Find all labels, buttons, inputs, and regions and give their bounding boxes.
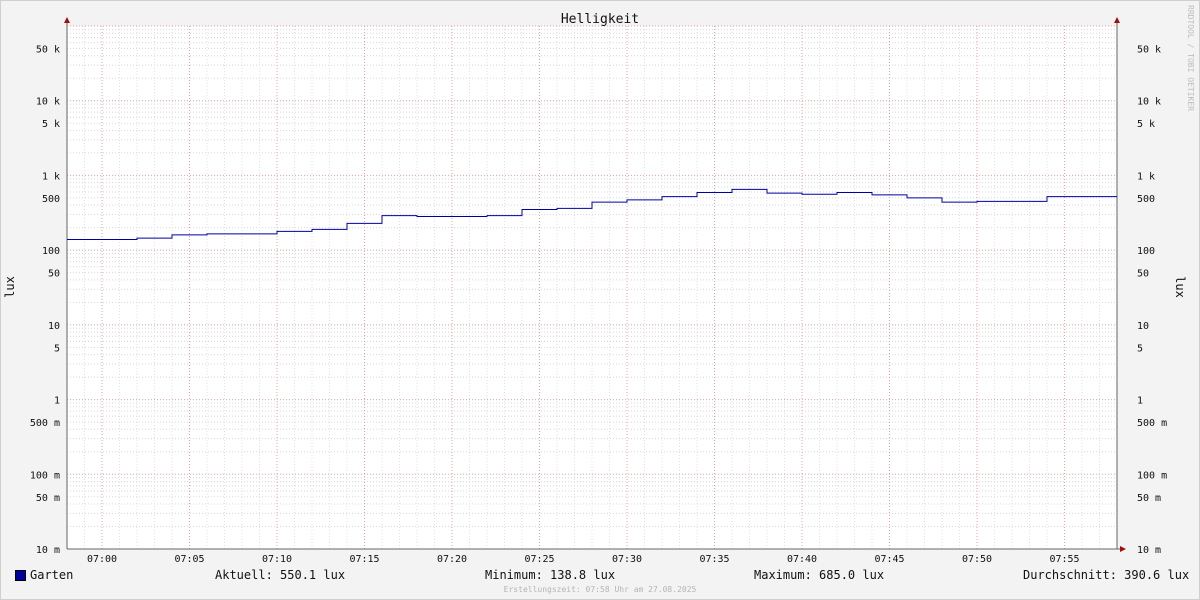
x-tick-label: 07:15 (349, 554, 379, 565)
y-tick-label-left: 100 (42, 246, 60, 257)
x-tick-label: 07:50 (962, 554, 992, 565)
y-tick-label-right: 500 m (1137, 418, 1167, 429)
y-tick-label-right: 10 k (1137, 97, 1161, 108)
x-tick-label: 07:20 (437, 554, 467, 565)
y-tick-label-left: 5 (54, 343, 60, 354)
y-tick-label-right: 50 k (1137, 44, 1161, 55)
y-tick-label-right: 100 (1137, 246, 1155, 257)
y-tick-label-right: 5 k (1137, 119, 1155, 130)
x-tick-label: 07:10 (262, 554, 292, 565)
y-tick-label-left: 10 (48, 321, 60, 332)
y-tick-label-right: 1 k (1137, 171, 1155, 182)
y-tick-label-left: 10 m (36, 545, 60, 556)
creation-timestamp: Erstellungszeit: 07:58 Uhr am 27.08.2025 (504, 585, 697, 594)
y-tick-label-left: 50 m (36, 493, 60, 504)
x-tick-label: 07:30 (612, 554, 642, 565)
legend-current: Aktuell: 550.1 lux (215, 568, 346, 582)
rrdtool-credit: RRDTOOL / TOBI OETIKER (1186, 5, 1195, 111)
y-tick-label-right: 1 (1137, 396, 1143, 407)
y-tick-label-right: 10 m (1137, 545, 1161, 556)
y-tick-label-right: 100 m (1137, 470, 1167, 481)
y-tick-label-right: 50 m (1137, 493, 1161, 504)
y-axis-arrow-right (1114, 17, 1120, 23)
y-tick-label-left: 50 (48, 269, 60, 280)
y-tick-label-right: 5 (1137, 343, 1143, 354)
x-tick-label: 07:40 (787, 554, 817, 565)
y-tick-label-left: 50 k (36, 44, 60, 55)
x-tick-label: 07:05 (174, 554, 204, 565)
y-axis-label-left: lux (3, 276, 17, 298)
x-tick-label: 07:25 (524, 554, 554, 565)
y-tick-label-left: 1 (54, 396, 60, 407)
y-axis-label-right: lux (1173, 276, 1187, 298)
y-tick-label-right: 500 (1137, 194, 1155, 205)
y-tick-label-left: 10 k (36, 97, 60, 108)
chart-title: Helligkeit (561, 12, 639, 27)
y-axis-arrow-left (64, 17, 70, 23)
legend-minimum: Minimum: 138.8 lux (485, 568, 616, 582)
y-tick-label-right: 10 (1137, 321, 1149, 332)
legend-average: Durchschnitt: 390.6 lux (1023, 568, 1190, 582)
y-tick-label-left: 500 m (30, 418, 60, 429)
chart-canvas: 50 k 50 k10 k 10 k5 k5 k1 k1 k500 500100 100… (3, 5, 1195, 594)
x-tick-label: 07:55 (1049, 554, 1079, 565)
x-tick-label: 07:45 (874, 554, 904, 565)
y-tick-label-left: 100 m (30, 470, 60, 481)
legend-maximum: Maximum: 685.0 lux (754, 568, 885, 582)
y-tick-label-left: 1 k (42, 171, 60, 182)
y-tick-label-left: 500 (42, 194, 60, 205)
x-tick-label: 07:00 (87, 554, 117, 565)
x-tick-label: 07:35 (699, 554, 729, 565)
legend-swatch-garten (15, 570, 26, 581)
legend-series-name: Garten (30, 568, 74, 582)
y-tick-label-left: 5 k (42, 119, 60, 130)
y-tick-label-right: 50 (1137, 269, 1149, 280)
grid (66, 25, 1118, 550)
x-axis-arrow (1120, 546, 1126, 552)
